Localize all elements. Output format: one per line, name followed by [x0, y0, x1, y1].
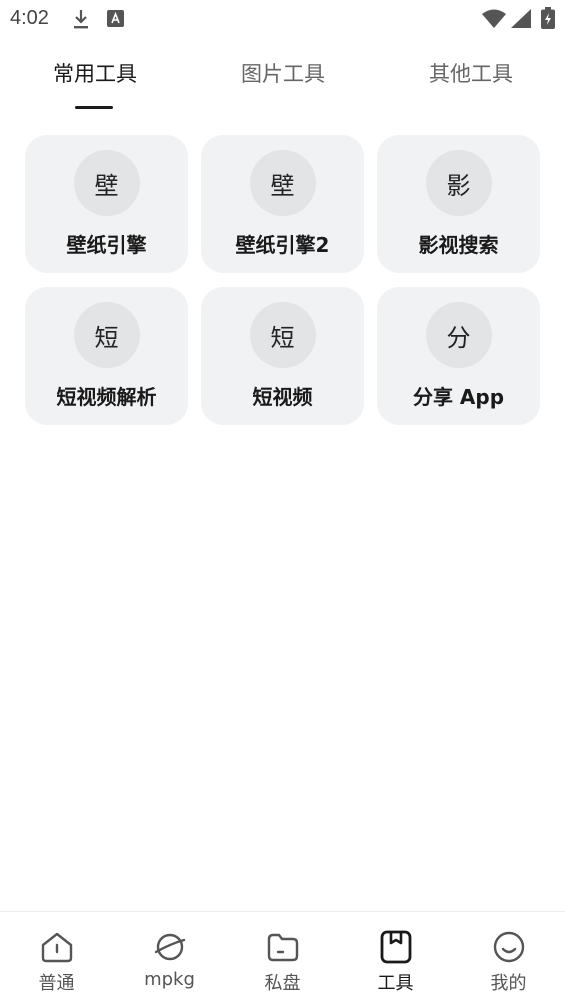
nav-label: mpkg [144, 969, 195, 990]
tool-badge: 影 [425, 150, 492, 216]
wifi-icon [482, 9, 506, 28]
nav-item-tools[interactable]: 工具 [339, 912, 452, 1005]
tool-card-share-app[interactable]: 分 分享 App [377, 287, 540, 425]
home-icon [41, 932, 72, 963]
tool-label: 短视频解析 [56, 385, 157, 409]
tool-label: 分享 App [412, 385, 505, 409]
tools-box-icon [380, 930, 411, 964]
nav-label: 我的 [490, 973, 527, 994]
tool-badge: 壁 [249, 150, 316, 216]
nav-label: 私盘 [264, 973, 301, 994]
nav-label: 工具 [377, 973, 414, 994]
tool-label: 壁纸引擎2 [235, 233, 330, 257]
status-bar: 4:02 [0, 0, 565, 38]
tab-other-tools[interactable]: 其他工具 [429, 58, 513, 88]
tool-label: 影视搜索 [418, 233, 499, 257]
bottom-nav: 普通 mpkg 私盘 工具 我的 [0, 911, 565, 1005]
nav-item-private-disk[interactable]: 私盘 [226, 912, 339, 1005]
tab-image-tools[interactable]: 图片工具 [241, 58, 325, 88]
tool-badge: 短 [249, 302, 316, 368]
planet-icon [154, 933, 185, 961]
nav-item-mpkg[interactable]: mpkg [113, 912, 226, 1005]
tab-common-tools[interactable]: 常用工具 [53, 58, 137, 88]
tool-card-wallpaper-engine[interactable]: 壁 壁纸引擎 [25, 135, 188, 273]
tool-badge: 壁 [73, 150, 140, 216]
nav-item-normal[interactable]: 普通 [0, 912, 113, 1005]
tool-card-wallpaper-engine-2[interactable]: 壁 壁纸引擎2 [201, 135, 364, 273]
tool-badge: 短 [73, 302, 140, 368]
download-icon [74, 10, 88, 29]
tool-card-short-video[interactable]: 短 短视频 [201, 287, 364, 425]
nav-label: 普通 [38, 973, 75, 994]
tool-card-video-search[interactable]: 影 影视搜索 [377, 135, 540, 273]
status-time: 4:02 [10, 7, 49, 29]
smile-icon [493, 931, 524, 963]
signal-icon [511, 9, 531, 28]
tool-card-short-video-parser[interactable]: 短 短视频解析 [25, 287, 188, 425]
nav-item-mine[interactable]: 我的 [452, 912, 565, 1005]
tool-label: 短视频 [252, 385, 313, 409]
tool-badge: 分 [425, 302, 492, 368]
battery-charging-icon [541, 7, 555, 29]
folder-icon [267, 933, 298, 962]
tool-tabs: 常用工具 图片工具 其他工具 [0, 50, 565, 110]
app-notification-icon [107, 10, 124, 27]
tool-grid: 壁 壁纸引擎 壁 壁纸引擎2 影 影视搜索 短 短视频解析 短 短视频 分 分享… [25, 135, 540, 425]
tool-label: 壁纸引擎 [66, 233, 147, 257]
active-tab-indicator [75, 106, 113, 109]
